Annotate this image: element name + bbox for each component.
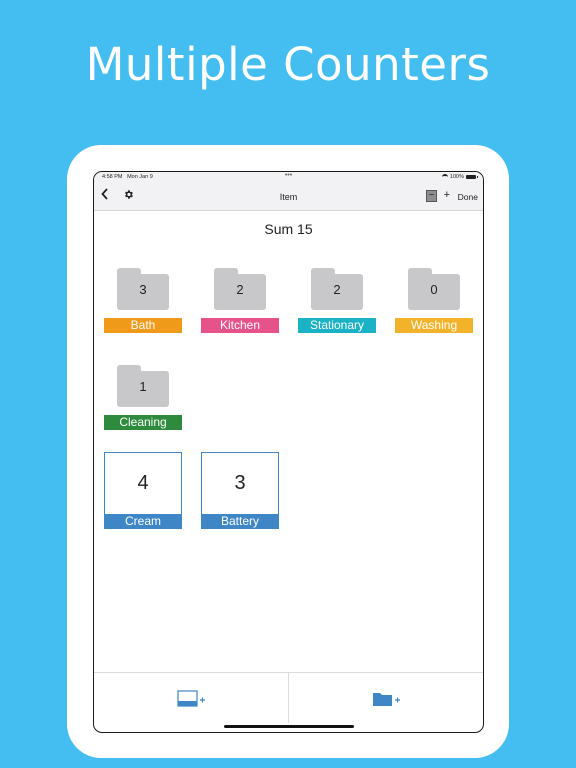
folder-cleaning[interactable]: 1 Cleaning	[104, 365, 182, 433]
status-bar: 4:58 PM Mon Jan 9 ••• 100%	[94, 172, 483, 184]
headline: Multiple Counters	[85, 38, 491, 91]
counter-cream[interactable]: 4 Cream	[104, 452, 182, 530]
folder-count: 0	[430, 282, 438, 297]
navigation-bar: Item − + Done	[94, 184, 483, 211]
battery-icon	[466, 174, 478, 180]
folder-icon: 2	[214, 268, 266, 310]
folder-label: Stationary	[298, 318, 376, 333]
add-counter-icon[interactable]	[177, 690, 207, 708]
folder-count: 1	[139, 379, 147, 394]
folder-icon: 3	[117, 268, 169, 310]
folder-washing[interactable]: 0 Washing	[395, 268, 473, 336]
folder-icon: 2	[311, 268, 363, 310]
plus-button[interactable]: +	[444, 189, 450, 201]
wifi-icon	[441, 174, 448, 180]
app-screen: 4:58 PM Mon Jan 9 ••• 100% Item − + Done…	[93, 171, 484, 733]
folder-label: Bath	[104, 318, 182, 333]
counter-battery[interactable]: 3 Battery	[201, 452, 279, 530]
counter-label: Battery	[201, 514, 279, 529]
minus-button[interactable]: −	[426, 190, 437, 202]
nav-title: Item	[279, 192, 298, 202]
folder-label: Washing	[395, 318, 473, 333]
folder-icon: 0	[408, 268, 460, 310]
home-indicator	[224, 725, 354, 728]
status-right: 100%	[441, 174, 478, 180]
done-button[interactable]: Done	[458, 192, 478, 202]
battery-percent: 100%	[449, 174, 464, 180]
folder-icon: 1	[117, 365, 169, 407]
toolbar-divider	[288, 673, 289, 723]
counter-label: Cream	[104, 514, 182, 529]
folder-count: 3	[139, 282, 147, 297]
folder-kitchen[interactable]: 2 Kitchen	[201, 268, 279, 336]
folder-label: Kitchen	[201, 318, 279, 333]
multitask-dots-icon[interactable]: •••	[94, 172, 483, 179]
sum-label: Sum 15	[264, 221, 313, 237]
counter-value: 4	[137, 472, 149, 494]
add-folder-icon[interactable]	[372, 690, 402, 708]
folder-label: Cleaning	[104, 415, 182, 430]
bottom-toolbar	[94, 672, 483, 723]
folder-count: 2	[333, 282, 341, 297]
folder-bath[interactable]: 3 Bath	[104, 268, 182, 336]
folder-count: 2	[236, 282, 244, 297]
folder-stationary[interactable]: 2 Stationary	[298, 268, 376, 336]
counter-value: 3	[234, 472, 246, 494]
